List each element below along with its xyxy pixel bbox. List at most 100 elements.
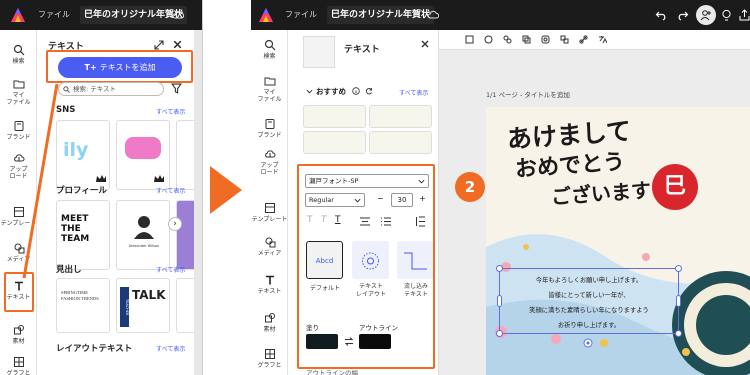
canvas-area: 1/1 ページ - タイトルを追加 あけまして おめでとう ございます 巳 今年…	[439, 30, 750, 375]
canvas-toolbar	[439, 30, 750, 50]
cloud-sync-icon[interactable]	[172, 10, 184, 19]
new-year-card[interactable]: あけまして おめでとう ございます 巳 今年もよろしくお願い申し上げます。 皆様…	[486, 107, 750, 375]
crown-icon	[154, 175, 164, 182]
text-properties-panel: テキスト おすすめ すべて表示 瀬戸フォント-SP Regular − 30 +…	[289, 30, 439, 375]
resize-handle-br[interactable]	[675, 330, 682, 337]
color-icon[interactable]	[484, 35, 493, 44]
mask-icon[interactable]	[541, 35, 550, 44]
position-icon[interactable]	[560, 35, 569, 44]
carousel-next-button[interactable]: ›	[168, 217, 182, 231]
elements-icon	[13, 325, 24, 335]
rail-item-elements[interactable]: 素材	[251, 312, 288, 333]
recommended-style-4[interactable]	[369, 131, 432, 154]
translate-icon[interactable]	[598, 35, 607, 44]
rail-item-upload[interactable]: アップ ロード	[0, 152, 37, 180]
recommended-style-1[interactable]	[303, 105, 366, 128]
section-sns: SNS	[56, 105, 76, 115]
add-person-icon	[700, 10, 711, 21]
rail-item-charts[interactable]: グラフと	[0, 356, 37, 375]
section-layout-text: レイアウトテキスト	[56, 344, 133, 354]
share-icon[interactable]	[739, 9, 750, 21]
view-all-layout-text[interactable]: すべて表示	[156, 344, 185, 353]
rail-item-my-files[interactable]: マイ ファイル	[0, 78, 37, 106]
folder-icon	[264, 77, 275, 86]
search-icon	[63, 86, 70, 93]
close-icon[interactable]	[172, 39, 183, 50]
rail-item-brand[interactable]: ブランド	[251, 118, 288, 139]
rail-item-media[interactable]: メディア	[251, 236, 288, 257]
refresh-icon[interactable]	[365, 87, 373, 95]
rail-item-charts[interactable]: グラフと	[251, 348, 288, 369]
effects-icon[interactable]	[503, 35, 512, 44]
seal-mark: 巳	[652, 164, 698, 210]
page-label[interactable]: 1/1 ページ - タイトルを追加	[486, 89, 570, 99]
rail-item-upload[interactable]: アップ ロード	[251, 148, 288, 176]
resize-handle-tr[interactable]	[675, 265, 682, 272]
search-icon	[264, 39, 275, 51]
rail-item-media[interactable]: メディア	[0, 242, 37, 263]
heading-template-2[interactable]: TEACHER TALK	[116, 278, 170, 333]
transition-arrow	[210, 166, 242, 214]
chevron-down-icon[interactable]	[306, 88, 313, 95]
lightbulb-icon[interactable]	[721, 9, 732, 22]
app-logo-icon[interactable]	[10, 7, 26, 23]
rail-item-search[interactable]: 検索	[251, 39, 288, 60]
media-icon	[265, 237, 275, 248]
redo-icon[interactable]	[677, 9, 689, 21]
view-all-profile[interactable]: すべて表示	[156, 186, 185, 195]
file-menu[interactable]: ファイル	[38, 9, 70, 20]
undo-icon[interactable]	[655, 9, 667, 21]
rail-item-text[interactable]: テキスト	[251, 274, 288, 295]
search-input[interactable]: 検索: テキスト	[58, 82, 164, 96]
elements-icon	[264, 313, 275, 323]
folder-icon	[13, 80, 24, 89]
highlight-step-1	[46, 50, 193, 83]
cloud-sync-icon[interactable]	[427, 10, 439, 19]
cloud-upload-icon	[264, 150, 275, 158]
filter-icon[interactable]	[171, 83, 182, 94]
app-logo-icon[interactable]	[258, 7, 274, 23]
heading-template-1[interactable]: SPRINGTIME FASHION TRENDS	[56, 278, 110, 333]
rail-item-templates[interactable]: テンプレート	[0, 206, 37, 227]
recommended-style-3[interactable]	[303, 131, 366, 154]
resize-handle-bl[interactable]	[496, 330, 503, 337]
layers-icon[interactable]	[522, 35, 531, 44]
recommended-style-2[interactable]	[369, 105, 432, 128]
file-menu[interactable]: ファイル	[285, 9, 317, 20]
rail-item-templates[interactable]: テンプレート	[251, 202, 288, 223]
selected-text-box[interactable]: 今年もよろしくお願い申し上げます。 皆様にとって新しい一年が、 笑顔に満ちた素晴…	[496, 265, 682, 337]
panel-scrollbar[interactable]	[194, 30, 202, 375]
profile-template-2[interactable]: Alexander Wilson	[116, 200, 170, 270]
resize-handle-right[interactable]	[676, 295, 681, 307]
right-screenshot: ファイル 巳年のオリジナル年賀状 検索 マイ ファイル ブランド アップ ロード…	[251, 0, 750, 375]
rail-item-search[interactable]: 検索	[0, 44, 37, 65]
cloud-upload-icon	[13, 154, 24, 162]
left-screenshot: ファイル 巳年のオリジナル年賀状 検索 マイ ファイル ブランド アップ ロード…	[0, 0, 203, 375]
rotate-handle-icon[interactable]	[583, 338, 593, 348]
sns-template-1[interactable]: ily	[56, 120, 110, 190]
sns-template-2[interactable]	[116, 120, 170, 190]
rail-item-elements[interactable]: 素材	[0, 324, 37, 345]
info-icon[interactable]	[352, 87, 360, 95]
document-title[interactable]: 巳年のオリジナル年賀状	[327, 6, 435, 24]
view-all-sns[interactable]: すべて表示	[156, 107, 185, 116]
view-all-recommend[interactable]: すべて表示	[399, 88, 428, 97]
close-icon[interactable]	[420, 39, 430, 49]
rail-item-my-files[interactable]: マイ ファイル	[251, 75, 288, 103]
resize-handle-tl[interactable]	[496, 265, 503, 272]
document-title[interactable]: 巳年のオリジナル年賀状	[80, 6, 188, 24]
template-icon	[264, 203, 275, 213]
expand-icon[interactable]	[154, 40, 164, 50]
recommend-label: おすすめ	[316, 87, 346, 96]
rail-item-brand[interactable]: ブランド	[0, 120, 37, 141]
step-2-badge: 2	[455, 172, 485, 202]
crop-icon[interactable]	[465, 35, 474, 44]
resize-handle-left[interactable]	[497, 295, 502, 307]
view-all-headings[interactable]: すべて表示	[156, 265, 185, 274]
invite-button[interactable]	[696, 5, 716, 25]
chart-icon	[264, 349, 275, 359]
speech-bubble	[125, 137, 161, 159]
panel-title: テキスト	[344, 45, 380, 55]
profile-template-1[interactable]: MEET THE TEAM	[56, 200, 110, 270]
link-icon[interactable]	[579, 35, 588, 44]
